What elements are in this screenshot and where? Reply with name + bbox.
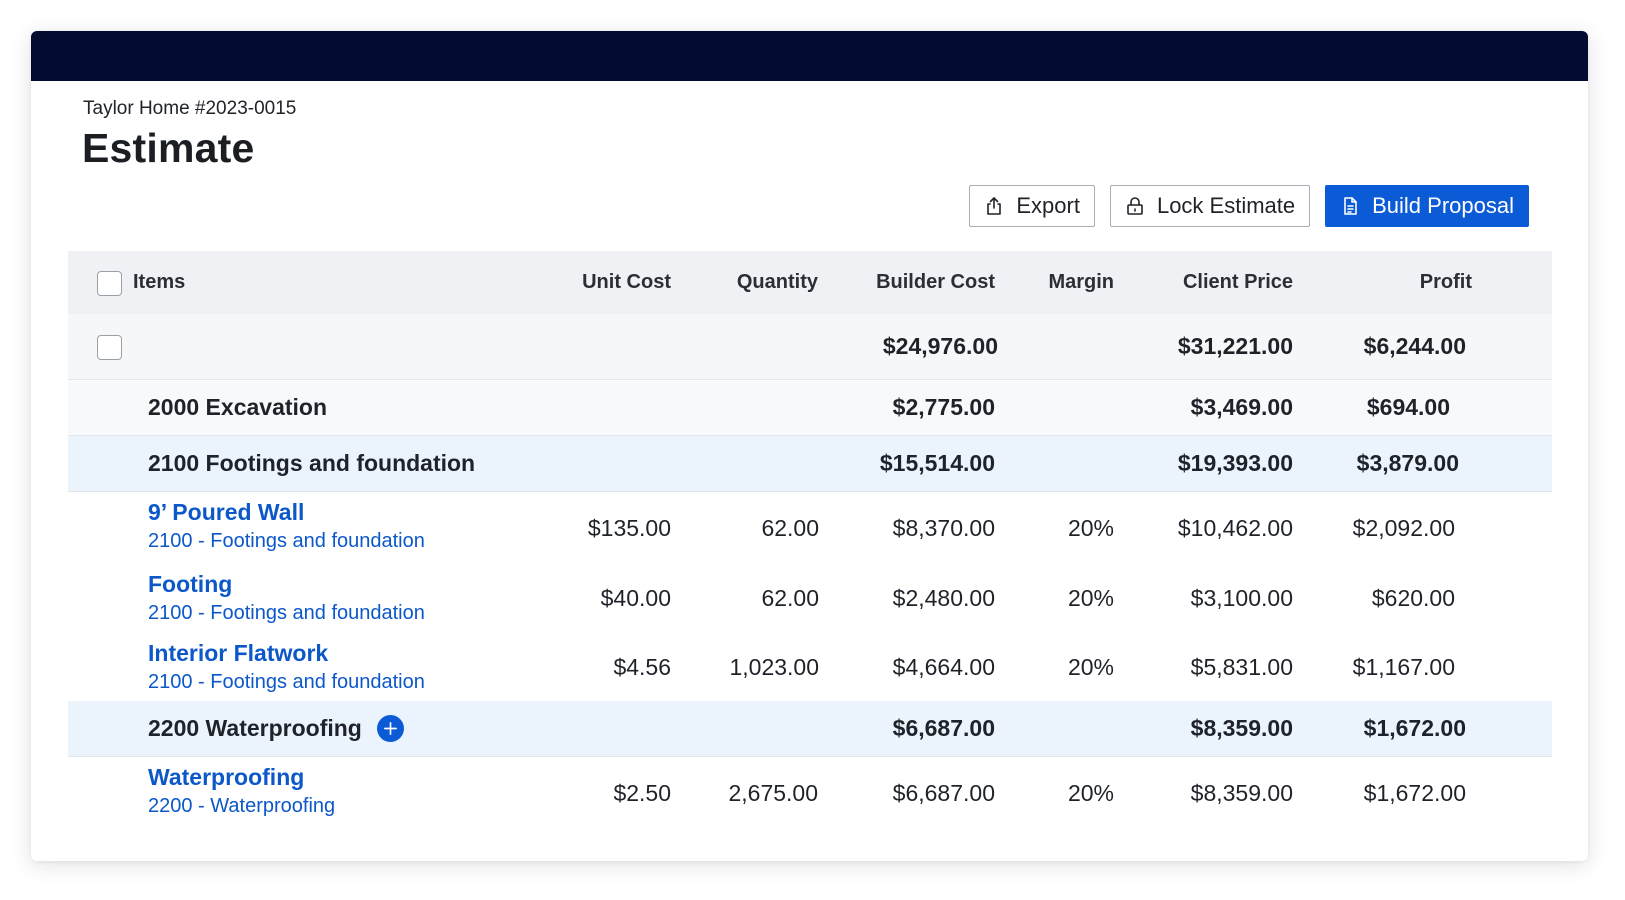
document-icon	[1344, 197, 1357, 215]
row-checkbox[interactable]	[97, 334, 122, 360]
item-row: Interior Flatwork 2100 - Footings and fo…	[68, 633, 1552, 701]
item-name-link[interactable]: 9’ Poured Wall	[148, 498, 425, 527]
item-profit: $1,672.00	[1363, 779, 1466, 806]
item-margin: 20%	[1067, 653, 1114, 680]
lock-estimate-button[interactable]: Lock Estimate	[1109, 185, 1311, 227]
item-client-price: $5,831.00	[1190, 653, 1293, 680]
item-unit-cost: $2.50	[613, 779, 671, 806]
build-proposal-button[interactable]: Build Proposal	[1325, 185, 1529, 227]
group-row[interactable]: 2000 Excavation $2,775.00 $3,469.00 $694…	[68, 380, 1552, 436]
item-quantity: 62.00	[761, 585, 819, 611]
group-builder-cost: $2,775.00	[892, 394, 995, 420]
total-client-price: $31,221.00	[1177, 333, 1293, 359]
estimate-card: Taylor Home #2023-0015 Estimate Export L…	[31, 31, 1588, 861]
item-profit: $1,167.00	[1352, 653, 1455, 680]
item-unit-cost: $4.56	[613, 653, 671, 680]
col-quantity: Quantity	[736, 271, 818, 293]
add-item-button[interactable]	[376, 715, 404, 742]
plus-icon	[383, 722, 397, 735]
group-label: 2000 Excavation	[148, 394, 328, 420]
item-builder-cost: $2,480.00	[892, 585, 995, 611]
item-profit: $620.00	[1371, 585, 1455, 611]
col-unit-cost: Unit Cost	[582, 271, 671, 293]
group-row[interactable]: 2100 Footings and foundation $15,514.00 …	[68, 436, 1552, 492]
item-category-link[interactable]: 2100 - Footings and foundation	[148, 527, 425, 555]
item-name-link[interactable]: Waterproofing	[148, 763, 335, 792]
item-margin: 20%	[1067, 514, 1114, 541]
item-row: 9’ Poured Wall 2100 - Footings and found…	[68, 492, 1552, 564]
group-client-price: $8,359.00	[1190, 715, 1293, 741]
estimate-table: Items Unit Cost Quantity Builder Cost Ma…	[68, 251, 1552, 829]
item-info: Interior Flatwork 2100 - Footings and fo…	[148, 639, 425, 696]
item-client-price: $3,100.00	[1190, 585, 1293, 611]
item-category-link[interactable]: 2100 - Footings and foundation	[148, 668, 425, 696]
item-profit: $2,092.00	[1352, 514, 1455, 541]
item-info: Footing 2100 - Footings and foundation	[148, 570, 425, 627]
item-quantity: 62.00	[761, 514, 819, 541]
item-row: Waterproofing 2200 - Waterproofing $2.50…	[68, 757, 1552, 829]
item-client-price: $10,462.00	[1177, 514, 1293, 541]
item-category-link[interactable]: 2100 - Footings and foundation	[148, 599, 425, 627]
item-unit-cost: $135.00	[587, 514, 671, 541]
group-builder-cost: $6,687.00	[892, 715, 995, 741]
item-name-link[interactable]: Interior Flatwork	[148, 639, 425, 668]
col-margin: Margin	[1048, 271, 1114, 293]
top-bar	[31, 31, 1588, 81]
group-client-price: $3,469.00	[1190, 394, 1293, 420]
item-client-price: $8,359.00	[1190, 779, 1293, 806]
export-label: Export	[1016, 193, 1080, 218]
export-icon	[987, 197, 1002, 215]
col-builder-cost: Builder Cost	[876, 271, 995, 293]
total-builder-cost: $24,976.00	[882, 333, 998, 359]
page-title: Estimate	[82, 125, 255, 171]
item-info: Waterproofing 2200 - Waterproofing	[148, 763, 335, 820]
item-info: 9’ Poured Wall 2100 - Footings and found…	[148, 498, 425, 555]
item-builder-cost: $6,687.00	[892, 779, 995, 806]
col-items: Items	[133, 271, 186, 293]
item-builder-cost: $4,664.00	[892, 653, 995, 680]
item-margin: 20%	[1067, 779, 1114, 806]
lock-icon	[1127, 197, 1143, 215]
item-quantity: 2,675.00	[728, 779, 818, 806]
item-row: Footing 2100 - Footings and foundation $…	[68, 564, 1552, 633]
group-row[interactable]: 2200 Waterproofing $6,687.00 $8,359.00 $…	[68, 701, 1552, 757]
group-profit: $694.00	[1366, 394, 1450, 420]
group-client-price: $19,393.00	[1177, 450, 1293, 476]
col-profit: Profit	[1419, 271, 1472, 293]
group-label: 2200 Waterproofing	[148, 715, 362, 741]
export-button[interactable]: Export	[969, 185, 1095, 227]
item-quantity: 1,023.00	[729, 653, 819, 680]
col-client-price: Client Price	[1182, 271, 1293, 293]
item-margin: 20%	[1067, 585, 1114, 611]
group-builder-cost: $15,514.00	[879, 450, 995, 476]
group-label: 2100 Footings and foundation	[148, 450, 476, 476]
totals-row: $24,976.00 $31,221.00 $6,244.00	[68, 314, 1552, 380]
item-name-link[interactable]: Footing	[148, 570, 425, 599]
item-builder-cost: $8,370.00	[892, 514, 995, 541]
project-name: Taylor Home #2023-0015	[83, 98, 297, 119]
item-category-link[interactable]: 2200 - Waterproofing	[148, 792, 335, 820]
total-profit: $6,244.00	[1363, 333, 1466, 359]
item-unit-cost: $40.00	[600, 585, 671, 611]
group-profit: $1,672.00	[1363, 715, 1466, 741]
select-all-checkbox[interactable]	[97, 270, 122, 296]
group-label-wrap: 2200 Waterproofing	[148, 701, 404, 756]
table-header: Items Unit Cost Quantity Builder Cost Ma…	[68, 251, 1552, 314]
build-proposal-label: Build Proposal	[1372, 193, 1514, 218]
action-toolbar: Export Lock Estimate Build Proposal	[969, 185, 1529, 227]
lock-estimate-label: Lock Estimate	[1156, 193, 1296, 218]
group-profit: $3,879.00	[1356, 450, 1459, 476]
